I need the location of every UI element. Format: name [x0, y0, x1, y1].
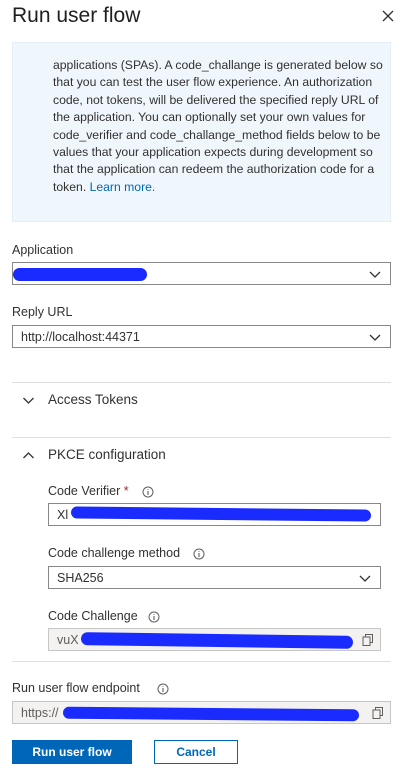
access-tokens-label: Access Tokens: [48, 392, 138, 407]
info-icon[interactable]: [148, 611, 160, 623]
info-icon[interactable]: [193, 548, 205, 560]
close-icon[interactable]: [378, 6, 398, 26]
chevron-down-icon: [359, 575, 371, 582]
redaction-mark: [80, 632, 354, 649]
code-challenge-method-label: Code challenge method: [48, 546, 181, 560]
learn-more-link[interactable]: Learn more.: [90, 180, 156, 194]
info-text: applications (SPAs). A code_challange is…: [53, 58, 383, 194]
code-challenge-value: vuX: [57, 632, 79, 647]
info-icon[interactable]: [157, 683, 169, 695]
redaction-mark: [70, 506, 372, 522]
divider: [12, 661, 391, 662]
panel-title: Run user flow: [12, 4, 141, 27]
application-label: Application: [12, 243, 74, 257]
reply-url-value: http://localhost:44371: [21, 329, 140, 344]
info-box: applications (SPAs). A code_challange is…: [12, 42, 391, 222]
code-challenge-input[interactable]: vuX: [48, 628, 381, 651]
copy-icon[interactable]: [372, 707, 384, 719]
access-tokens-toggle[interactable]: Access Tokens: [12, 383, 391, 417]
code-challenge-method-select[interactable]: SHA256: [48, 566, 381, 589]
chevron-down-icon: [369, 271, 381, 278]
code-verifier-value: Xl: [57, 507, 69, 522]
application-select[interactable]: [12, 262, 391, 285]
pkce-configuration-label: PKCE configuration: [48, 447, 166, 462]
required-marker: *: [123, 484, 129, 498]
copy-icon[interactable]: [362, 634, 374, 646]
code-challenge-method-value: SHA256: [57, 570, 104, 585]
reply-url-label: Reply URL: [12, 305, 73, 319]
redaction-mark: [13, 268, 147, 281]
cancel-button[interactable]: Cancel: [154, 740, 238, 764]
run-user-flow-button[interactable]: Run user flow: [12, 740, 132, 764]
endpoint-value: https://: [21, 705, 59, 720]
chevron-down-icon: [23, 397, 34, 404]
reply-url-select[interactable]: http://localhost:44371: [12, 325, 391, 348]
endpoint-input[interactable]: https://: [12, 701, 391, 724]
chevron-up-icon: [23, 452, 34, 459]
redaction-mark: [62, 706, 360, 722]
info-icon[interactable]: [142, 486, 154, 498]
endpoint-label: Run user flow endpoint: [12, 681, 140, 695]
chevron-down-icon: [369, 334, 381, 341]
pkce-configuration-toggle[interactable]: PKCE configuration: [12, 438, 391, 472]
code-verifier-input[interactable]: Xl: [48, 503, 381, 526]
code-challenge-label: Code Challenge: [48, 609, 138, 623]
code-verifier-label: Code Verifier *: [48, 484, 129, 498]
